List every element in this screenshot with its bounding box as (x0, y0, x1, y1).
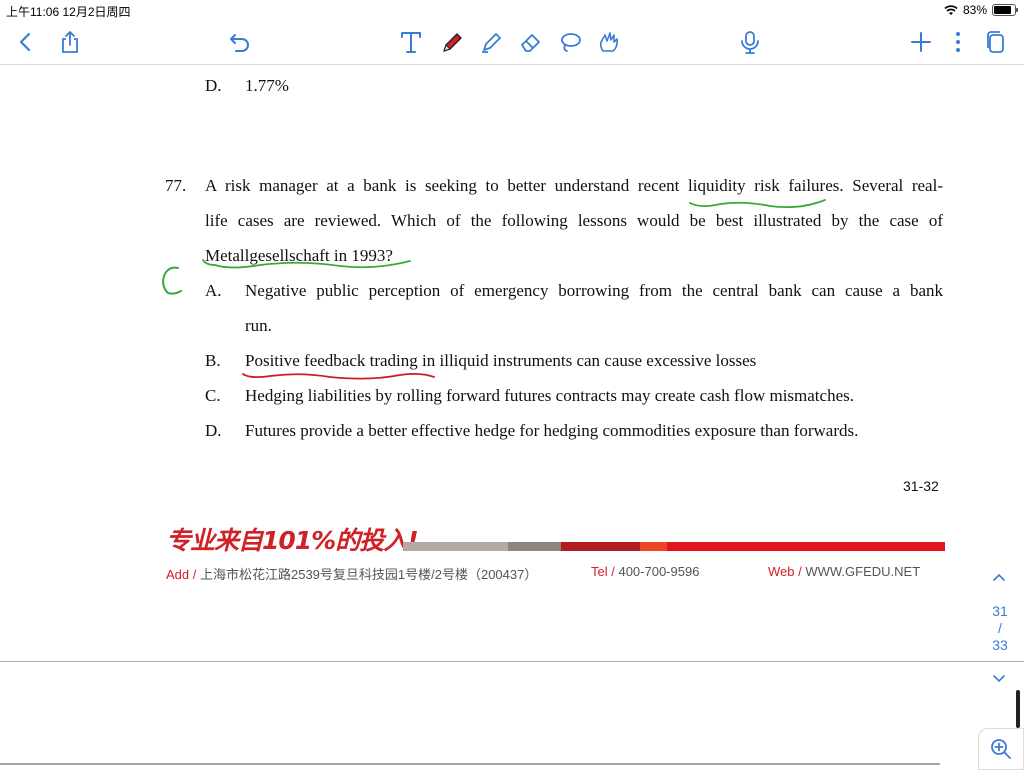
status-bar: 上午11:06 12月2日周四 83% (0, 0, 1024, 20)
eraser-icon[interactable] (515, 26, 547, 58)
status-time-date: 上午11:06 12月2日周四 (6, 5, 131, 19)
text-tool-icon[interactable] (395, 26, 427, 58)
chevron-down-icon (993, 675, 1005, 683)
tel-text: 400-700-9596 (618, 564, 700, 579)
tel-label: Tel / (591, 564, 615, 579)
page-label: 31-32 (903, 478, 939, 494)
footer-slogan: 专业来自101%的投入! (166, 526, 419, 555)
add-icon[interactable] (905, 26, 937, 58)
page-up-button[interactable] (990, 568, 1008, 591)
red-underline-positive-feedback (242, 372, 435, 380)
web-text: WWW.GFEDU.NET (805, 564, 921, 579)
footer-color-segment (640, 542, 667, 551)
address-text: 上海市松花江路2539号复旦科技园1号楼/2号楼（200437） (199, 567, 538, 582)
document-page[interactable]: D. 1.77% 77. A risk manager at a bank is… (0, 65, 1024, 662)
bottom-bar (0, 763, 940, 765)
status-right: 83% (944, 3, 1018, 17)
pages-icon[interactable] (980, 26, 1012, 58)
handwriting-layer (202, 199, 826, 380)
footer-color-bar (403, 542, 945, 551)
shape-tool-icon[interactable] (593, 26, 625, 58)
toolbar (0, 20, 1024, 65)
current-page: 31 (992, 603, 1008, 619)
page-indicator: 31 / 33 (984, 603, 1016, 654)
zoom-in-icon (991, 739, 1011, 759)
footer-color-segment (561, 542, 640, 551)
more-icon[interactable] (942, 26, 974, 58)
page-divider (0, 661, 1024, 662)
wifi-icon (944, 4, 958, 15)
handwritten-answer (158, 264, 188, 298)
highlighter-icon[interactable] (475, 26, 507, 58)
share-icon[interactable] (54, 26, 86, 58)
handwritten-answer-icon (162, 266, 182, 295)
add-label: Add / (166, 567, 197, 582)
battery-fill (994, 6, 1011, 14)
scrollbar-thumb[interactable] (1016, 690, 1020, 728)
footer-color-segment (403, 542, 508, 551)
footer-tel: Tel / 400-700-9596 (591, 564, 699, 579)
undo-icon[interactable] (224, 26, 256, 58)
web-label: Web / (768, 564, 802, 579)
total-pages: 33 (992, 637, 1008, 653)
green-underline-liquidity (689, 199, 826, 209)
chevron-up-icon (993, 573, 1005, 581)
page-separator: / (998, 620, 1002, 636)
page-down-button[interactable] (990, 670, 1008, 693)
battery-percent: 83% (962, 3, 987, 17)
lasso-icon[interactable] (554, 26, 586, 58)
pen-icon[interactable] (436, 26, 468, 58)
footer-web: Web / WWW.GFEDU.NET (768, 564, 920, 579)
green-underline-metallgesellschaft (202, 259, 411, 269)
footer-color-segment (667, 542, 945, 551)
battery-icon (992, 4, 1018, 16)
back-icon[interactable] (10, 26, 42, 58)
footer-color-segment (508, 542, 561, 551)
zoom-button[interactable] (978, 728, 1024, 770)
microphone-icon[interactable] (734, 26, 766, 58)
footer-address: Add / 上海市松花江路2539号复旦科技园1号楼/2号楼（200437） (166, 564, 537, 583)
